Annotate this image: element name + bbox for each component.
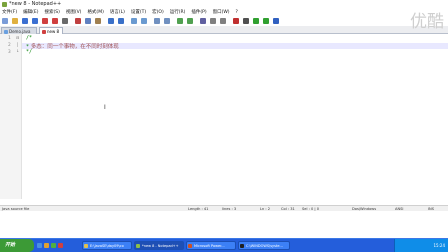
saved-file-icon [4,29,8,34]
code-line: * 多态：同一个事物，在不同时刻体现 [26,42,119,50]
editor-area[interactable]: 1 2 3 ⊟ │ └ /* * 多态：同一个事物，在不同时刻体现 */ I [0,34,448,199]
menu-item[interactable]: 搜索(S) [44,9,59,17]
comment-text: 多态：同一个事物，在不同时刻体现 [29,44,119,50]
sync-vertical-icon[interactable] [177,18,183,24]
status-bar: Java source file Length : 41 lines : 3 L… [0,205,448,211]
folder-icon [84,244,88,248]
menu-item[interactable]: 视图(V) [66,9,82,17]
tab-demo-java[interactable]: Demo.java [1,27,37,34]
taskbar-button-label: E:\JavaSE\day09\co [90,244,124,248]
macro-run-multiple-icon[interactable] [263,18,269,24]
code-text: /* [26,35,33,41]
notepad-plus-plus-icon [2,2,7,7]
menu-item[interactable]: 语言(L) [110,9,125,17]
notepad-plus-plus-icon [136,244,140,248]
taskbar-button-label: *new 8 - Notepad++ [142,244,179,248]
status-lines: lines : 3 [222,207,237,211]
taskbar-button-powerpoint[interactable]: Microsoft Power... [186,241,236,250]
code-text: */ [26,49,33,55]
macro-stop-icon[interactable] [243,18,249,24]
undo-icon[interactable] [108,18,114,24]
taskbar-button-label: C:\WINDOWS\syste... [246,244,283,248]
menu-bar: 文件(F) 编辑(E) 搜索(S) 视图(V) 格式(M) 语言(L) 设置(T) 宏(O) 运… [0,9,448,17]
macro-record-icon[interactable] [233,18,239,24]
find-icon[interactable] [131,18,137,24]
taskbar-button-label: Microsoft Power... [194,244,225,248]
line-number-gutter: 1 2 3 ⊟ │ └ [0,34,22,199]
powerpoint-icon [188,244,192,248]
paste-icon[interactable] [95,18,101,24]
status-sel: Sel : 0 | 0 [302,207,320,211]
window-title: *new 8 - Notepad++ [9,1,62,7]
status-eol: Dos\Windows [352,207,377,211]
menu-item[interactable]: 插件(P) [191,9,206,17]
status-length: Length : 41 [188,207,209,211]
open-file-icon[interactable] [12,18,18,24]
close-icon[interactable] [42,18,48,24]
word-wrap-icon[interactable] [200,18,206,24]
quick-launch-icon[interactable] [58,243,63,248]
mouse-cursor-icon: I [104,104,106,111]
replace-icon[interactable] [141,18,147,24]
title-bar: *new 8 - Notepad++ [0,0,448,9]
status-encoding: ANSI [395,207,404,211]
code-line: */ [26,49,32,55]
system-tray: 15:24 [394,239,448,252]
status-col: Col : 31 [281,207,295,211]
start-button[interactable]: 开始 [0,239,34,252]
close-all-icon[interactable] [52,18,58,24]
tab-bar: Demo.java new 8 [0,26,448,34]
fold-end-icon: └ [16,49,19,54]
watermark-logo: 优酷 [410,12,444,32]
save-all-icon[interactable] [32,18,38,24]
taskbar-button-cmd[interactable]: C:\WINDOWS\syste... [238,241,290,250]
indent-guide-icon[interactable] [220,18,226,24]
redo-icon[interactable] [118,18,124,24]
macro-save-icon[interactable] [273,18,279,24]
quick-launch-icon[interactable] [51,243,56,248]
command-prompt-icon [240,244,244,248]
taskbar: 开始 E:\JavaSE\day09\co *new 8 - Notepad++… [0,238,448,252]
copy-icon[interactable] [85,18,91,24]
status-ln: Ln : 2 [260,207,271,211]
menu-item[interactable]: 宏(O) [152,9,164,17]
status-mode: INS [428,207,435,211]
line-number: 3 [8,50,11,55]
status-file-type: Java source file [2,207,30,211]
code-line: /* [26,35,32,41]
menu-item[interactable]: 格式(M) [87,9,103,17]
menu-item[interactable]: 窗口(W) [213,9,230,17]
menu-item[interactable]: 编辑(E) [23,9,38,17]
show-all-chars-icon[interactable] [210,18,216,24]
toolbar [0,17,300,25]
fold-open-icon[interactable]: ⊟ [16,35,20,40]
macro-play-icon[interactable] [253,18,259,24]
zoom-in-icon[interactable] [154,18,160,24]
menu-item[interactable]: ? [236,9,238,17]
taskbar-button-notepad[interactable]: *new 8 - Notepad++ [134,241,184,250]
menu-item[interactable]: 设置(T) [131,9,146,17]
taskbar-button-explorer[interactable]: E:\JavaSE\day09\co [82,241,132,250]
menu-item[interactable]: 运行(R) [170,9,186,17]
line-number: 2 [8,43,11,48]
zoom-out-icon[interactable] [164,18,170,24]
print-icon[interactable] [62,18,68,24]
quick-launch-icon[interactable] [37,243,42,248]
cut-icon[interactable] [75,18,81,24]
line-number: 1 [8,36,11,41]
save-icon[interactable] [22,18,28,24]
new-file-icon[interactable] [2,18,8,24]
fold-line-icon: │ [16,42,19,47]
tab-new-8[interactable]: new 8 [39,27,63,34]
clock[interactable]: 15:24 [433,243,445,248]
menu-item[interactable]: 文件(F) [2,9,17,17]
quick-launch-icon[interactable] [44,243,49,248]
unsaved-file-icon [42,29,46,34]
sync-horizontal-icon[interactable] [187,18,193,24]
